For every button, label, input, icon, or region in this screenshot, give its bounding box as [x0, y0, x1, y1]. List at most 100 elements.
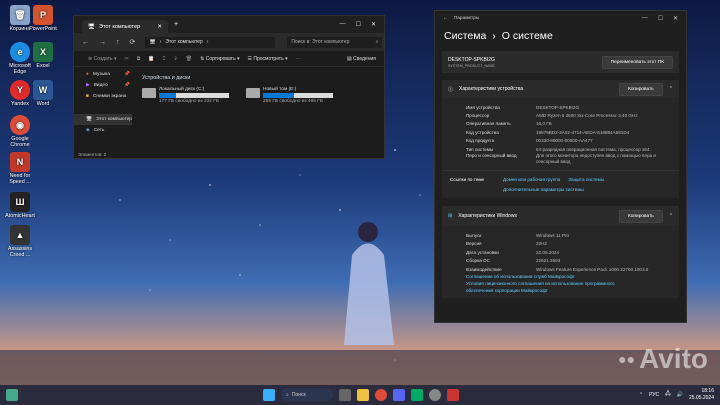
app-icon[interactable]	[447, 388, 459, 401]
explorer-navbar: ← → ↑ ⟳ 🖥 › Этот компьютер › Поиск в: Эт…	[74, 33, 384, 51]
spec-value: 22H2	[536, 241, 547, 247]
up-icon[interactable]: ↑	[116, 39, 120, 46]
clock[interactable]: 18:16 25.05.2024	[689, 388, 714, 401]
create-button[interactable]: ⊕ Создать ▾	[88, 56, 117, 62]
drive-c[interactable]: Локальный диск (C:) 177 ГБ свободно из 2…	[142, 87, 229, 104]
settings-icon[interactable]	[429, 388, 441, 401]
device-name: DESKTOP-SPKBI2G	[448, 56, 495, 63]
settings-titlebar[interactable]: ← Параметры — ☐ ✕	[435, 11, 686, 26]
avito-watermark: ●● Avito	[618, 343, 708, 375]
address-bar[interactable]: 🖥 › Этот компьютер ›	[145, 36, 276, 48]
settings-window[interactable]: ← Параметры — ☐ ✕ Система › О системе DE…	[434, 10, 687, 323]
sidebar-item-network[interactable]: ◈ Сеть	[74, 125, 132, 136]
copy-icon[interactable]: ⧉	[137, 56, 141, 62]
sidebar-item-video[interactable]: ▶ Видео 📌	[74, 80, 132, 91]
desktop-icon-word[interactable]: W Word	[26, 80, 60, 107]
rename-icon[interactable]: ⌶	[163, 56, 166, 62]
copy-windows-specs-button[interactable]: Копировать	[618, 209, 663, 223]
file-explorer-window[interactable]: 🖥 Этот компьютер ✕ + — ☐ ✕ ← → ↑ ⟳ 🖥 › Э…	[73, 15, 385, 159]
license-terms-link[interactable]: Условия лицензионного соглашения на испо…	[442, 280, 679, 287]
spec-key: Код продукта	[466, 138, 495, 144]
desktop-icon-powerpoint[interactable]: P PowerPoint	[26, 5, 60, 32]
language-indicator[interactable]: РУС	[649, 392, 659, 398]
sidebar-item-screenshots[interactable]: ■ Снимки экрана	[74, 91, 132, 102]
task-view-icon[interactable]	[339, 388, 351, 401]
paste-icon[interactable]: 📋	[148, 56, 154, 62]
close-button[interactable]: ✕	[673, 15, 678, 22]
windows-specs-header[interactable]: ⊞ Характеристики Windows Копировать ⌃	[442, 206, 679, 227]
more-icon[interactable]: ···	[296, 56, 301, 62]
back-icon[interactable]: ←	[443, 16, 448, 21]
chevron-up-icon[interactable]: ⌃	[639, 392, 643, 398]
rename-pc-button[interactable]: Переименовать этот ПК	[601, 55, 673, 69]
chevron-right-icon: ›	[206, 39, 209, 45]
sidebar-item-label: Сеть	[93, 128, 105, 133]
sidebar-item-this-pc[interactable]: 🖥 Этот компьютер	[74, 114, 132, 125]
start-button[interactable]	[263, 388, 275, 401]
advanced-system-settings-link[interactable]: Дополнительные параметры системы	[503, 187, 584, 192]
network-icon[interactable]: 🖧	[665, 391, 671, 399]
spec-row: Взаимодействие Windows Feature Experience…	[442, 265, 679, 273]
chevron-up-icon[interactable]: ⌃	[669, 86, 673, 92]
forward-icon[interactable]: →	[99, 39, 106, 46]
search-input[interactable]: Поиск в: Этот компьютер ⌕	[287, 36, 383, 48]
view-button[interactable]: ☰ Просмотреть ▾	[247, 56, 287, 62]
spec-value: Windows Feature Experience Pack 1000.227…	[536, 266, 649, 272]
chrome-icon[interactable]	[375, 388, 387, 401]
device-specs-list: Имя устройства DESKTOP-SPKBI2G Процессор A…	[442, 98, 679, 171]
close-tab-icon[interactable]: ✕	[157, 24, 162, 30]
spec-row: Процессор AMD Ryzen 5 2600 Six-Core Proce…	[442, 111, 679, 119]
sort-button[interactable]: ⇅ Сортировать ▾	[200, 56, 239, 62]
desktop-icon-chrome[interactable]: ◉ Google Chrome	[3, 115, 37, 148]
sidebar-item-label: Снимки экрана	[92, 94, 127, 99]
desktop-icon-label: PowerPoint	[29, 26, 57, 32]
domain-workgroup-link[interactable]: Домен или рабочая группа	[503, 177, 560, 182]
widgets-icon[interactable]	[6, 389, 18, 401]
volume-icon[interactable]: 🔊	[677, 392, 683, 398]
spec-row: Версия 22H2	[442, 240, 679, 248]
spec-value: 00330-80000-00000-AA477	[536, 138, 593, 144]
share-icon[interactable]: ⇪	[174, 56, 178, 62]
search-icon: ⌕	[375, 39, 379, 45]
maximize-button[interactable]: ☐	[356, 21, 361, 28]
discord-icon[interactable]	[393, 388, 405, 401]
refresh-icon[interactable]: ⟳	[130, 38, 136, 46]
desktop-icon-assassins-creed[interactable]: ▲ Assassins Creed ...	[3, 225, 37, 258]
explorer-titlebar[interactable]: 🖥 Этот компьютер ✕ + — ☐ ✕	[74, 16, 384, 33]
drive-e[interactable]: Новый том (E:) 259 ГБ свободно из 465 ГБ	[246, 87, 333, 104]
spec-key: Код устройства	[466, 129, 499, 135]
explorer-content: Устройства и диски Локальный диск (C:) 1…	[136, 69, 384, 148]
desktop-icon-atomic-heart[interactable]: Ш AtomicHeart	[3, 192, 37, 219]
spec-key: Оперативная память	[466, 121, 511, 127]
device-specs-header[interactable]: ⓘ Характеристики устройства Копировать ⌃	[442, 80, 679, 98]
spec-value: 22.05.2024	[536, 249, 559, 255]
store-icon[interactable]	[411, 388, 423, 401]
minimize-button[interactable]: —	[340, 21, 346, 28]
file-explorer-icon[interactable]	[357, 388, 369, 401]
minimize-button[interactable]: —	[642, 15, 648, 22]
system-protection-link[interactable]: Защита системы	[568, 177, 604, 182]
cut-icon[interactable]: ✂	[125, 56, 129, 62]
desktop-icon-excel[interactable]: X Excel	[26, 42, 60, 69]
maximize-button[interactable]: ☐	[658, 15, 663, 22]
details-button[interactable]: ▤ Сведения	[347, 56, 376, 62]
spec-value: AMD Ryzen 5 2600 Six-Core Processor 3.40…	[536, 113, 638, 119]
breadcrumb-parent[interactable]: Система	[444, 30, 486, 42]
sidebar-item-music[interactable]: ● Музыка 📌	[74, 69, 132, 80]
spec-row: Оперативная память 16,0 ГБ	[442, 120, 679, 128]
copy-device-specs-button[interactable]: Копировать	[618, 82, 663, 96]
explorer-tab[interactable]: 🖥 Этот компьютер ✕	[82, 20, 168, 33]
pin-icon: 📌	[124, 72, 130, 77]
chevron-up-icon[interactable]: ⌃	[669, 213, 673, 219]
spec-key: Сборка ОС	[466, 258, 490, 264]
spec-key: Дата установки	[466, 249, 499, 255]
desktop-icon-need-for-speed[interactable]: N Need for Speed ...	[3, 152, 37, 185]
license-terms-link-cont[interactable]: обеспечения корпорации Майкрософт	[442, 287, 679, 294]
network-icon: ◈	[86, 128, 90, 133]
new-tab-button[interactable]: +	[174, 21, 178, 28]
taskbar-search[interactable]: ⌕ Поиск	[281, 388, 333, 401]
delete-icon[interactable]: 🗑	[186, 56, 192, 62]
back-icon[interactable]: ←	[82, 39, 89, 46]
close-button[interactable]: ✕	[371, 21, 376, 28]
services-agreement-link[interactable]: Соглашение об использовании служб Майкро…	[442, 273, 679, 280]
